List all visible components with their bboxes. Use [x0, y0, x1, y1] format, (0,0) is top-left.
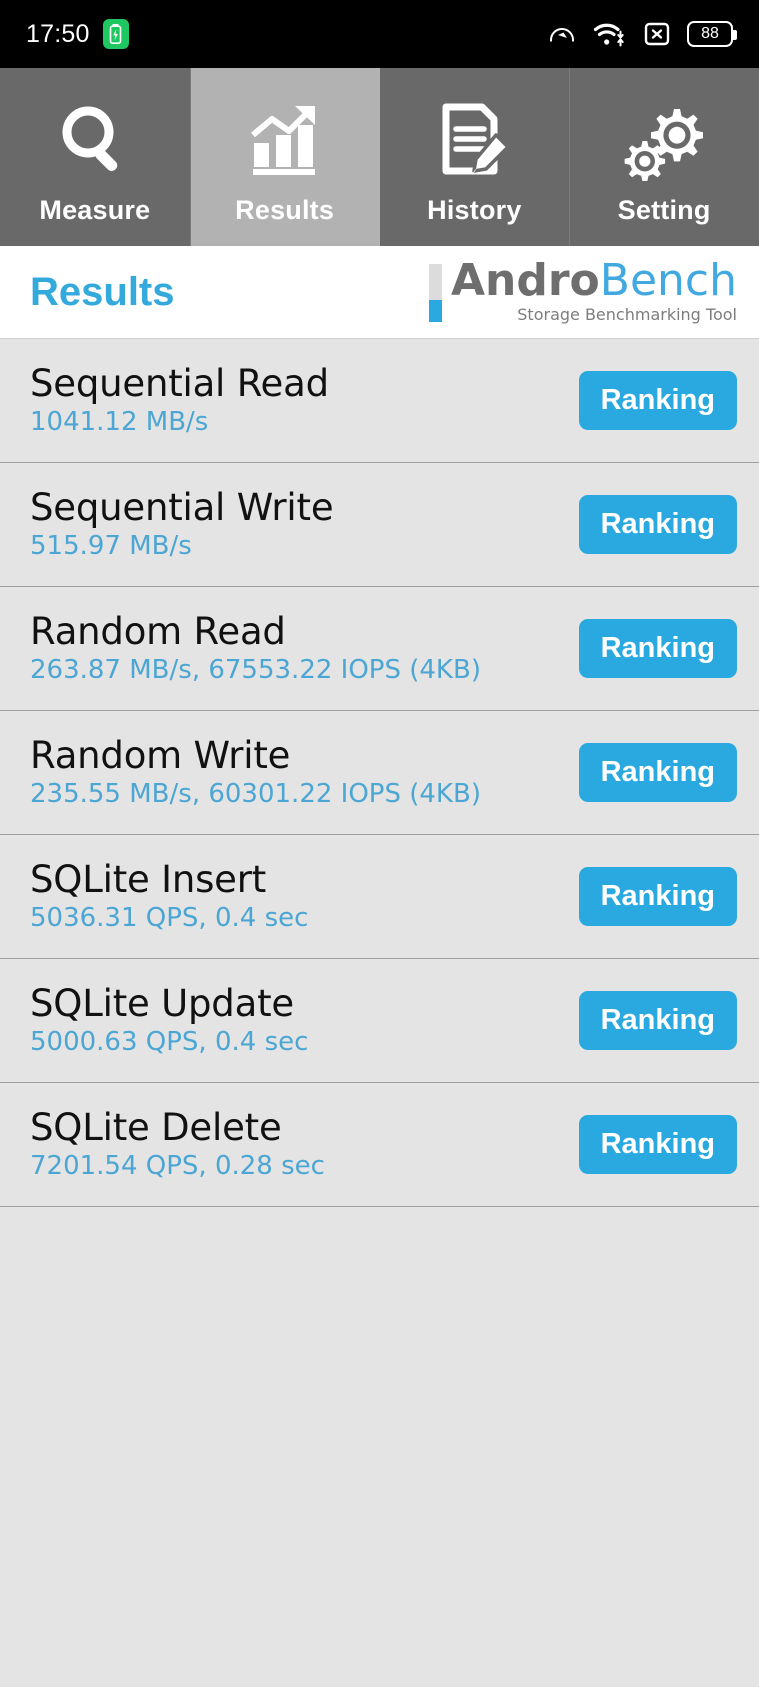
result-name: SQLite Update: [30, 981, 294, 1025]
page-title: Results: [30, 269, 175, 314]
ranking-button[interactable]: Ranking: [578, 1115, 737, 1174]
row-texts: Sequential Write 515.97 MB/s: [30, 485, 579, 561]
result-value: 235.55 MB/s, 60301.22 IOPS (4KB): [30, 778, 481, 809]
tab-results[interactable]: Results: [189, 68, 380, 246]
logo-bar-mark: [428, 264, 442, 323]
result-row-sqlite-insert[interactable]: SQLite Insert 5036.31 QPS, 0.4 sec Ranki…: [0, 835, 759, 959]
ranking-button[interactable]: Ranking: [578, 619, 737, 678]
result-name: Sequential Write: [30, 485, 334, 529]
result-row-sequential-read[interactable]: Sequential Read 1041.12 MB/s Ranking: [0, 339, 759, 463]
logo-text: AndroBench Storage Benchmarking Tool: [451, 258, 737, 325]
tab-measure[interactable]: Measure: [0, 68, 190, 246]
x-in-box-icon: [643, 20, 671, 48]
status-bar-right: 88: [547, 19, 737, 49]
androbench-logo: AndroBench Storage Benchmarking Tool: [428, 258, 737, 325]
battery-charging-icon: [102, 19, 129, 49]
tab-history-label: History: [427, 194, 522, 225]
result-name: SQLite Insert: [30, 857, 267, 901]
result-value: 515.97 MB/s: [30, 530, 192, 561]
speedometer-icon: [547, 19, 577, 49]
tab-setting-label: Setting: [617, 194, 711, 225]
ranking-button[interactable]: Ranking: [578, 371, 737, 430]
ranking-button[interactable]: Ranking: [578, 867, 737, 926]
status-bar: 17:50 88: [0, 0, 759, 68]
magnifier-icon: [55, 97, 135, 181]
row-texts: SQLite Delete 7201.54 QPS, 0.28 sec: [30, 1105, 579, 1181]
result-row-random-write[interactable]: Random Write 235.55 MB/s, 60301.22 IOPS …: [0, 711, 759, 835]
gears-icon: [624, 97, 704, 181]
row-texts: Random Write 235.55 MB/s, 60301.22 IOPS …: [30, 733, 579, 809]
row-texts: Random Read 263.87 MB/s, 67553.22 IOPS (…: [30, 609, 579, 685]
tab-setting[interactable]: Setting: [569, 68, 759, 246]
app-window: 17:50 88 Measure Results History Setting…: [0, 0, 759, 1687]
result-row-sqlite-delete[interactable]: SQLite Delete 7201.54 QPS, 0.28 sec Rank…: [0, 1083, 759, 1207]
ranking-button[interactable]: Ranking: [578, 495, 737, 554]
result-value: 7201.54 QPS, 0.28 sec: [30, 1150, 325, 1181]
result-name: SQLite Delete: [30, 1105, 282, 1149]
tab-history[interactable]: History: [379, 68, 570, 246]
battery-percent: 88: [701, 25, 719, 42]
status-bar-left: 17:50: [26, 19, 129, 49]
result-name: Random Read: [30, 609, 286, 653]
logo-andro: Andro: [450, 254, 600, 306]
logo-bar-bottom: [428, 300, 442, 323]
logo-bench: Bench: [599, 254, 737, 306]
bar-chart-arrow-icon: [245, 97, 325, 181]
tab-results-label: Results: [235, 194, 335, 225]
tab-measure-label: Measure: [39, 194, 151, 225]
logo-subtitle: Storage Benchmarking Tool: [517, 305, 737, 325]
result-value: 1041.12 MB/s: [30, 406, 209, 437]
result-row-sqlite-update[interactable]: SQLite Update 5000.63 QPS, 0.4 sec Ranki…: [0, 959, 759, 1083]
logo-wordmark: AndroBench: [451, 258, 737, 302]
page-header: Results AndroBench Storage Benchmarking …: [0, 246, 759, 339]
result-name: Random Write: [30, 733, 291, 777]
results-list: Sequential Read 1041.12 MB/s Ranking Seq…: [0, 339, 759, 1687]
main-tab-bar: Measure Results History Setting: [0, 68, 759, 246]
result-value: 5000.63 QPS, 0.4 sec: [30, 1026, 309, 1057]
document-pencil-icon: [434, 97, 514, 181]
result-value: 5036.31 QPS, 0.4 sec: [30, 902, 309, 933]
result-name: Sequential Read: [30, 361, 329, 405]
wifi-icon: [593, 20, 627, 48]
clock: 17:50: [26, 19, 90, 48]
row-texts: SQLite Update 5000.63 QPS, 0.4 sec: [30, 981, 579, 1057]
ranking-button[interactable]: Ranking: [578, 743, 737, 802]
ranking-button[interactable]: Ranking: [578, 991, 737, 1050]
result-value: 263.87 MB/s, 67553.22 IOPS (4KB): [30, 654, 481, 685]
result-row-sequential-write[interactable]: Sequential Write 515.97 MB/s Ranking: [0, 463, 759, 587]
result-row-random-read[interactable]: Random Read 263.87 MB/s, 67553.22 IOPS (…: [0, 587, 759, 711]
logo-bar-top: [428, 264, 442, 301]
battery-indicator: 88: [687, 21, 737, 47]
row-texts: SQLite Insert 5036.31 QPS, 0.4 sec: [30, 857, 579, 933]
row-texts: Sequential Read 1041.12 MB/s: [30, 361, 579, 437]
